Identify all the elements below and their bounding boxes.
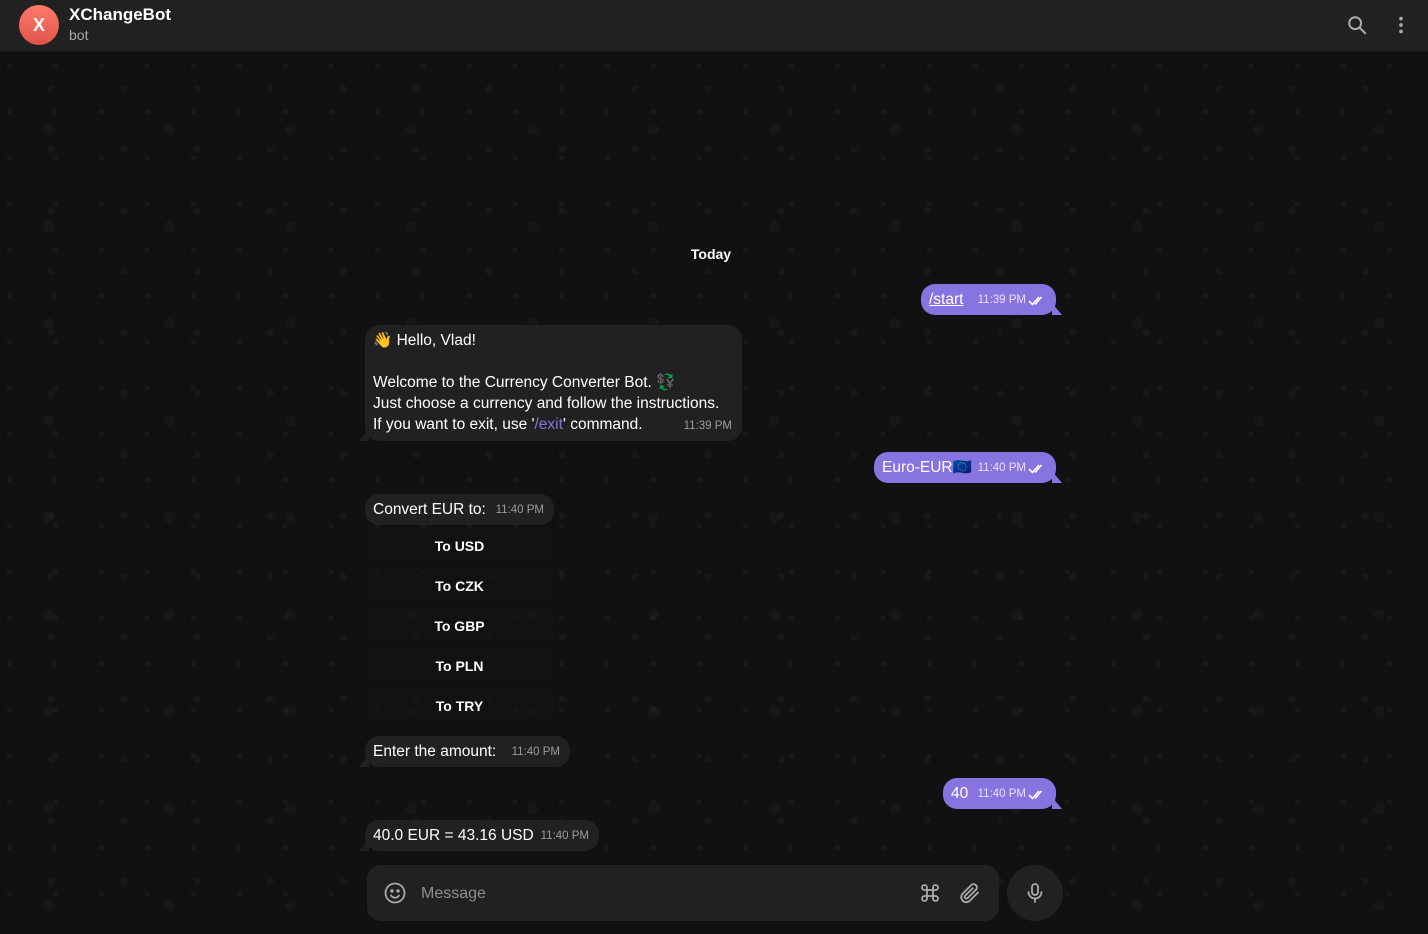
incoming-message: 👋 Hello, Vlad! Welcome to the Currency C… <box>359 325 742 441</box>
keyboard-button-pln[interactable]: To PLN <box>365 648 554 684</box>
message-time: 11:39 PM <box>977 294 1026 306</box>
outgoing-message[interactable]: 40 11:40 PM <box>943 778 1062 809</box>
message-time: 11:40 PM <box>511 746 560 758</box>
incoming-message: Convert EUR to: 11:40 PM <box>365 494 554 525</box>
incoming-message: 40.0 EUR = 43.16 USD 11:40 PM <box>359 820 599 851</box>
chat-subtitle: bot <box>69 27 89 43</box>
message-meta: 11:40 PM <box>512 742 560 763</box>
search-icon[interactable] <box>1344 12 1370 38</box>
chat-background <box>0 52 1428 934</box>
chat-title[interactable]: XChangeBot <box>69 5 171 25</box>
keyboard-button-czk[interactable]: To CZK <box>365 568 554 604</box>
message-text-part: If you want to exit, use ' <box>373 416 535 433</box>
paperclip-icon[interactable] <box>957 880 983 906</box>
message-meta: 11:40 PM <box>978 784 1046 805</box>
message-meta: 11:40 PM <box>496 500 544 521</box>
message-time: 11:40 PM <box>977 788 1026 800</box>
incoming-message: Enter the amount: 11:40 PM <box>359 736 570 767</box>
smile-icon[interactable] <box>382 880 408 906</box>
message-time: 11:40 PM <box>495 504 544 516</box>
more-vertical-icon[interactable] <box>1388 12 1414 38</box>
message-meta: 11:39 PM <box>978 290 1046 311</box>
message-text[interactable]: /start <box>929 291 963 308</box>
message-text: Euro-EUR🇪🇺 <box>882 459 972 476</box>
exit-command-link[interactable]: /exit <box>535 416 563 433</box>
date-separator: Today <box>690 246 732 262</box>
message-line: If you want to exit, use '/exit' command… <box>373 414 734 435</box>
message-text-part: ' command. <box>562 416 643 433</box>
command-icon[interactable] <box>917 880 943 906</box>
message-time: 11:40 PM <box>540 830 589 842</box>
avatar[interactable]: X <box>19 5 59 45</box>
double-check-icon <box>1028 463 1043 474</box>
chat-header: X XChangeBot bot <box>0 0 1428 52</box>
microphone-button[interactable] <box>1007 865 1063 921</box>
double-check-icon <box>1028 789 1043 800</box>
keyboard-button-usd[interactable]: To USD <box>365 528 554 564</box>
message-greeting: 👋 Hello, Vlad! <box>373 332 476 349</box>
message-text: Convert EUR to: <box>373 501 486 518</box>
message-text: 40.0 EUR = 43.16 USD <box>373 827 534 844</box>
message-text: 40 <box>951 785 969 802</box>
message-meta: 11:40 PM <box>978 458 1046 479</box>
message-composer <box>367 865 999 921</box>
outgoing-message[interactable]: Euro-EUR🇪🇺 11:40 PM <box>874 452 1062 483</box>
message-line: Welcome to the Currency Converter Bot. 💱 <box>373 374 676 391</box>
message-text: Enter the amount: <box>373 743 497 760</box>
outgoing-message[interactable]: /start 11:39 PM <box>921 284 1062 315</box>
message-line: Just choose a currency and follow the in… <box>373 395 720 412</box>
keyboard-button-gbp[interactable]: To GBP <box>365 608 554 644</box>
double-check-icon <box>1028 295 1043 306</box>
message-meta: 11:39 PM <box>684 416 732 437</box>
microphone-icon <box>1027 883 1043 903</box>
message-meta: 11:40 PM <box>541 826 589 847</box>
keyboard-button-try[interactable]: To TRY <box>365 688 554 724</box>
message-time: 11:39 PM <box>683 420 732 432</box>
message-time: 11:40 PM <box>977 462 1026 474</box>
message-input[interactable] <box>419 879 903 909</box>
